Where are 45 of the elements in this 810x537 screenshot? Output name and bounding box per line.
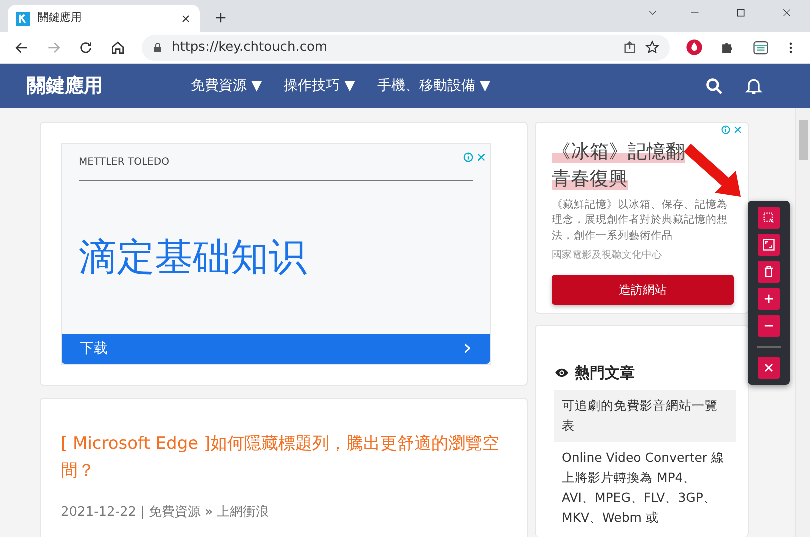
browser-tab[interactable]: 關鍵應用 [8,5,200,32]
advertiser-name: METTLER TOLEDO [79,156,170,170]
section-title: 熱門文章 [575,362,635,384]
trash-icon [762,265,776,279]
drop-icon[interactable] [686,39,703,56]
nav-menu-link[interactable]: 操作技巧 ▼ [284,76,356,96]
ad-banner[interactable]: METTLER TOLEDO 滴定基础知识 下载 › [61,143,491,365]
plus-button[interactable] [758,288,780,310]
nav-menu-link[interactable]: 手機、移動設備 ▼ [377,76,491,96]
nav-menu-link[interactable]: 免費資源 ▼ [191,76,262,96]
trash-button[interactable] [758,261,780,283]
new-tab-icon[interactable] [214,11,228,25]
star-icon[interactable] [645,40,660,55]
url-text: https://key.chtouch.com [172,38,329,57]
visit-site-button[interactable]: 造訪網站 [552,274,734,305]
download-button[interactable]: 下载 › [62,334,490,364]
close-button[interactable] [758,357,780,379]
ad-headline: 滴定基础知识 [79,234,307,281]
calendar-icon[interactable] [752,38,770,56]
ad-headline: 《冰箱》記憶翻 [552,141,685,163]
popular-article-link[interactable]: 可追劇的免費影音網站一覽表 [554,390,736,442]
k-logo-icon [16,12,30,26]
ad-headline: 青春復興 [552,168,628,190]
ad-source: 國家電影及視聽文化中心 [552,248,663,263]
expand-icon [762,238,776,252]
reload-icon[interactable] [78,40,94,56]
close-icon [762,361,776,375]
scrollbar[interactable] [795,108,810,537]
ad-description: 《藏鮮記憶》以冰箱、保存、記憶為理念，展現創作者對於典藏記憶的想法，創作一系列藝術作品 [552,198,729,244]
site-logo[interactable]: 關鍵應用 [27,72,103,100]
plus-icon [762,292,776,306]
selection-button[interactable] [758,207,780,229]
post-category[interactable]: 免費資源 » 上網衝浪 [148,503,270,523]
home-icon[interactable] [110,40,126,56]
meta-separator: | [140,504,145,522]
close-icon[interactable] [180,12,192,24]
post-date: 2021-12-22 [61,504,137,522]
address-bar[interactable]: https://key.chtouch.com [142,34,670,60]
selection-icon [762,211,776,225]
lock-icon [152,42,164,54]
tab-title: 關鍵應用 [38,10,83,26]
search-icon[interactable] [705,76,724,96]
info-icon[interactable] [721,125,731,135]
expand-button[interactable] [758,234,780,256]
share-icon[interactable] [623,40,637,54]
